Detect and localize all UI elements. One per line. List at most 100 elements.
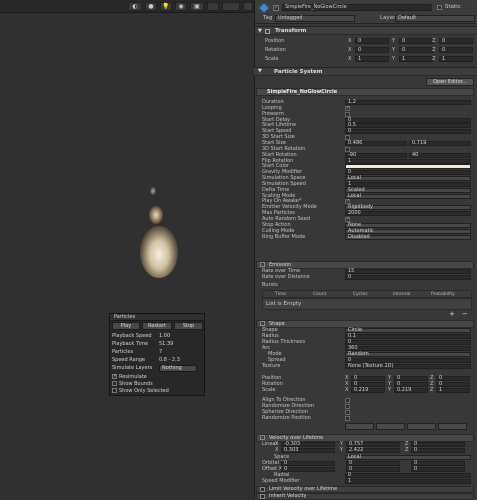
simulate-layers-dropdown[interactable]: Nothing [159,365,197,372]
shape-scale-y-field[interactable]: 0.219 [394,388,428,393]
start-rotation-max-field[interactable]: 40 [409,152,471,158]
radius-thickness-field[interactable]: 0 [345,340,471,345]
shape-module-header[interactable]: Shape [256,320,474,328]
linear-y-max-field[interactable]: 2.422 [346,448,400,453]
start-color-swatch[interactable] [345,164,471,170]
texture-field[interactable]: None (Texture 2D) [345,364,471,369]
max-particles-field[interactable]: 2000 [345,211,471,217]
duration-field[interactable]: 1.2 [345,100,471,105]
active-checkbox[interactable]: ✓ [273,5,279,11]
add-burst-icon[interactable]: + [449,310,455,318]
scale-z-field[interactable]: 1 [439,56,473,62]
playback-speed-value[interactable]: 1.00 [159,332,170,340]
space-dropdown[interactable]: Local [345,455,471,460]
shape-edit-tool-3-button[interactable] [407,423,436,430]
scene-view[interactable]: ◐ ● 💡 ◉ ▣ Particles Play Restart Stop Pl… [0,0,254,500]
spherize-direction-checkbox[interactable] [345,410,350,415]
remove-burst-icon[interactable]: − [462,310,468,318]
shape-edit-tool-2-button[interactable] [376,423,405,430]
open-editor-button[interactable]: Open Editor... [426,78,474,86]
start-rotation-min-field[interactable]: -90 [345,152,407,158]
scale-y-field[interactable]: 1 [399,56,433,62]
search-icon[interactable] [243,2,253,11]
radial-field[interactable]: 0 [345,473,471,478]
start-speed-field[interactable]: 0 [345,129,471,135]
randomize-direction-checkbox[interactable] [345,404,350,409]
radius-field[interactable]: 0.1 [345,334,471,339]
effects-icon[interactable]: ▣ [190,2,204,11]
shape-scale-x-field[interactable]: 0.219 [351,388,385,393]
orbital-y-field[interactable]: 0 [346,461,400,466]
shape-scale-x-label: X [345,387,349,393]
linear-x-max-field[interactable]: 0.303 [281,448,335,453]
particle-system-header[interactable]: Particle System [254,67,477,76]
start-delay-field[interactable]: 0 [345,117,471,123]
limit-velocity-checkbox[interactable] [260,487,265,492]
culling-mode-dropdown[interactable]: Automatic [345,228,471,234]
emission-enabled-checkbox[interactable]: ✓ [260,262,265,267]
position-z-field[interactable]: 0 [439,38,473,44]
gravity-modifier-field[interactable]: 0 [345,170,471,176]
randomize-position-checkbox[interactable] [345,416,350,421]
shape-edit-tool-4-button[interactable] [438,423,467,430]
rate-over-distance-field[interactable]: 0 [345,275,471,280]
shape-scale-z-field[interactable]: 1 [436,388,470,393]
tag-label: Tag [263,15,273,21]
hidden-objects-icon[interactable] [207,2,219,11]
rotation-x-field[interactable]: 0 [355,47,389,53]
velocity-enabled-checkbox[interactable]: ✓ [260,435,265,440]
delta-time-dropdown[interactable]: Scaled [345,187,471,193]
position-x-field[interactable]: 0 [355,38,389,44]
collapse-arrow-icon[interactable]: ▼ [258,68,262,74]
mode-dropdown[interactable]: Random [345,352,471,357]
static-checkbox[interactable] [437,5,442,10]
simulation-space-dropdown[interactable]: Local [345,176,471,182]
object-name-field[interactable]: SimpleFire_NoGlowCircle [282,4,432,11]
limit-velocity-header[interactable]: Limit Velocity over Lifetime [256,486,474,493]
scaling-mode-dropdown[interactable]: Local [345,193,471,199]
rate-over-time-field[interactable]: 15 [345,269,471,274]
transform-header[interactable]: ▼ Transform [255,26,477,35]
scale-x-field[interactable]: 1 [355,56,389,62]
position-y-field[interactable]: 0 [399,38,433,44]
restart-button[interactable]: Restart [142,322,172,330]
particle-system-subheader[interactable]: SimpleFire_NoGlowCircle [256,88,474,96]
rotation-z-field[interactable]: 0 [439,47,473,53]
show-bounds-checkbox[interactable] [112,381,117,386]
linear-z-min-field[interactable]: 0 [411,442,465,447]
start-lifetime-field[interactable]: 0.5 [345,123,471,129]
start-size-max-field[interactable]: 0.719 [409,140,471,146]
tag-dropdown[interactable]: Untagged [275,15,355,22]
inherit-velocity-header[interactable]: Inherit Velocity [256,493,474,500]
audio-icon[interactable]: ◉ [175,2,187,11]
2d-toggle-icon[interactable]: ● [145,2,157,11]
shape-edit-tool-1-button[interactable] [345,423,374,430]
speed-modifier-field[interactable]: 1 [345,479,471,484]
offset-z-field[interactable]: 0 [411,467,465,472]
orbital-z-field[interactable]: 0 [411,461,465,466]
rotation-y-field[interactable]: 0 [399,47,433,53]
emitter-velocity-mode-dropdown[interactable]: Rigidbody [345,205,471,211]
start-size-min-field[interactable]: 0.486 [345,140,407,146]
gizmos-icon[interactable] [222,2,240,11]
prewarm-checkbox[interactable] [345,111,350,117]
shape-dropdown[interactable]: Circle [345,328,471,333]
draw-mode-icon[interactable]: ◐ [128,2,142,11]
orbital-x-field[interactable]: 0 [281,461,335,466]
looping-checkbox[interactable]: ✓ [345,105,350,111]
linear-z-max-field[interactable]: 0 [411,448,465,453]
inherit-velocity-checkbox[interactable] [260,494,265,499]
play-button[interactable]: Play [112,322,140,330]
resimulate-checkbox[interactable]: ✓ [112,374,117,379]
playback-time-value[interactable]: 51.39 [159,340,173,348]
offset-y-field[interactable]: 0 [346,467,400,472]
shape-enabled-checkbox[interactable]: ✓ [260,321,265,326]
ring-buffer-mode-dropdown[interactable]: Disabled [345,234,471,240]
offset-x-field[interactable]: 0 [281,467,335,472]
lighting-icon[interactable]: 💡 [160,2,172,11]
show-only-selected-checkbox[interactable] [112,388,117,393]
layer-dropdown[interactable]: Default [395,15,475,22]
stop-button[interactable]: Stop [174,322,203,330]
flip-rotation-field[interactable]: 1 [345,158,471,164]
align-to-direction-checkbox[interactable] [345,398,350,403]
